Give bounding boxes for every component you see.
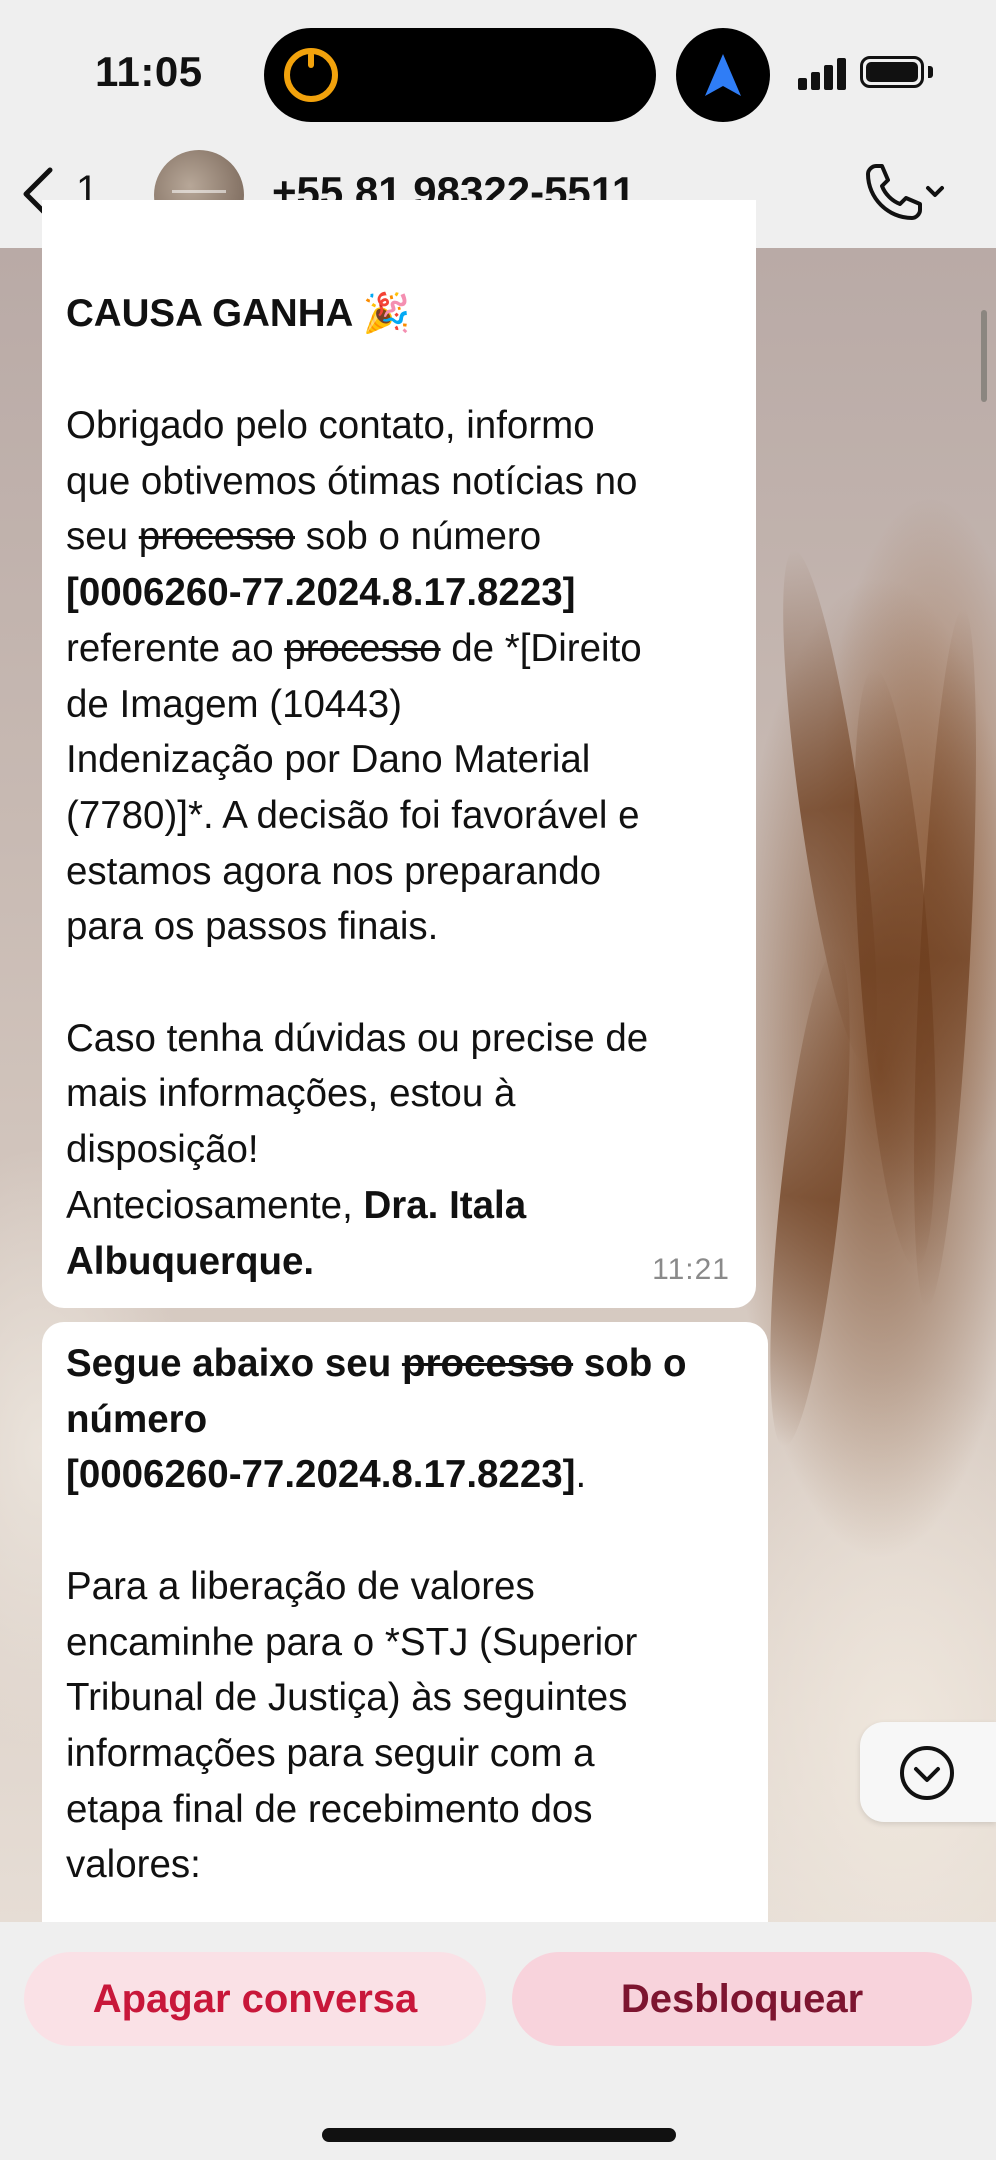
message-line: Indenização por Dano Material [66,738,591,782]
message-line: (7780)]*. A decisão foi favorável e [66,793,640,837]
scroll-to-bottom-button[interactable] [860,1722,996,1822]
message-line: de Imagem (10443) [66,682,402,726]
message-line: que obtivemos ótimas notícias no [66,459,638,503]
message-line: informações para seguir com a [66,1731,595,1775]
strikethrough-word: processo [138,515,295,559]
message-line: número [66,1397,208,1441]
message-bubble[interactable]: CAUSA GANHA 🎉 Obrigado pelo contato, inf… [42,200,756,1308]
status-bar: 11:05 [0,0,996,150]
message-line: estamos agora nos preparando [66,849,602,893]
location-indicator [676,28,770,122]
message-bubble[interactable]: Segue abaixo seu processo sob o número [… [42,1322,768,1942]
strikethrough-word: processo [284,626,441,670]
dynamic-island [264,28,656,122]
message-line: disposição! [66,1128,259,1172]
phone-icon [866,164,944,220]
signature-name: Dra. Itala [363,1183,527,1227]
message-line: Para a liberação de valores [66,1564,535,1608]
cellular-signal-icon [798,56,848,90]
battery-icon [860,56,924,88]
chevron-down-circle-icon [900,1746,954,1800]
strikethrough-word: processo [401,1342,574,1385]
bottom-action-bar: Apagar conversa Desbloquear [0,1922,996,2160]
case-number: [0006260-77.2024.8.17.8223]. [66,1453,587,1497]
unblock-button[interactable]: Desbloquear [512,1952,972,2046]
message-line: Anteciosamente, Dra. Itala [66,1183,527,1227]
message-line: para os passos finais. [66,905,439,949]
scrollbar[interactable] [981,310,987,402]
message-line: seu processo sob o número [66,515,542,559]
message-line: Tribunal de Justiça) às seguintes [66,1676,628,1720]
message-line: Caso tenha dúvidas ou precise de [66,1016,649,1060]
message-title: CAUSA GANHA [66,292,352,335]
signature-name: Albuquerque. [66,1239,315,1283]
message-line: encaminhe para o *STJ (Superior [66,1620,638,1664]
timer-icon [284,48,338,102]
navigation-arrow-icon [705,54,741,96]
status-time: 11:05 [95,48,203,95]
message-line: etapa final de recebimento dos [66,1787,593,1831]
call-button[interactable] [858,160,948,230]
message-line: Obrigado pelo contato, informo [66,404,595,447]
party-popper-emoji: 🎉 [362,292,411,335]
message-line: referente ao processo de *[Direito [66,626,642,670]
message-line: Segue abaixo seu processo sob o [66,1342,687,1385]
case-number: [0006260-77.2024.8.17.8223] [66,571,576,615]
message-line: valores: [66,1843,201,1887]
message-timestamp: 11:21 [652,1253,730,1287]
message-line: mais informações, estou à [66,1072,516,1116]
home-indicator[interactable] [322,2128,676,2142]
delete-conversation-button[interactable]: Apagar conversa [24,1952,486,2046]
